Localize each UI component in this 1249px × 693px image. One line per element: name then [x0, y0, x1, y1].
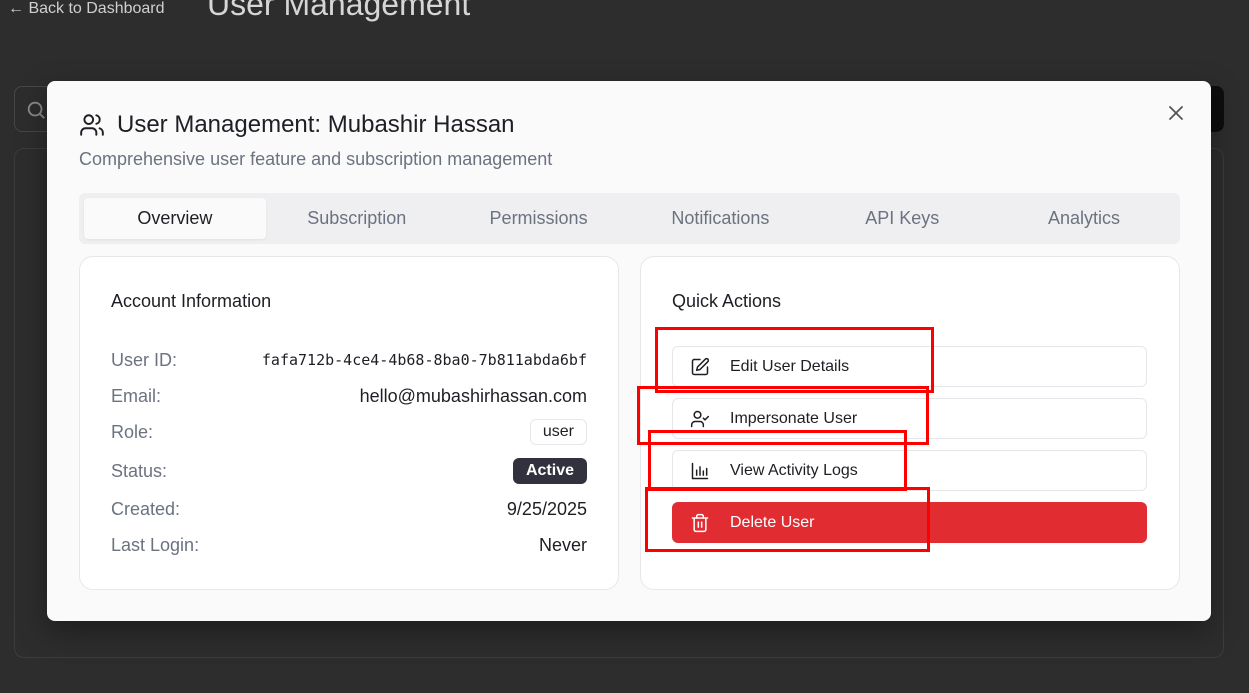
created-row: Created: 9/25/2025: [111, 495, 587, 523]
delete-user-button[interactable]: Delete User: [672, 502, 1147, 543]
account-information-card: Account Information User ID: fafa712b-4c…: [79, 256, 619, 590]
email-value: hello@mubashirhassan.com: [359, 385, 587, 406]
dialog-title: User Management: Mubashir Hassan: [117, 111, 515, 138]
user-check-icon: [690, 410, 710, 427]
user-id-label: User ID:: [111, 349, 178, 370]
edit-icon: [691, 357, 710, 375]
tab-list: Overview Subscription Permissions Notifi…: [79, 193, 1180, 244]
impersonate-user-button[interactable]: Impersonate User: [672, 398, 1147, 439]
back-to-dashboard-link[interactable]: ← Back to Dashboard: [8, 0, 165, 18]
quick-actions-card: Quick Actions Edit User Details Imperson…: [640, 256, 1180, 590]
tab-analytics[interactable]: Analytics: [993, 198, 1175, 239]
page-title: User Management: [207, 0, 471, 22]
tab-notifications[interactable]: Notifications: [629, 198, 811, 239]
status-label: Status:: [111, 460, 168, 481]
role-badge: user: [529, 419, 587, 445]
users-icon: [80, 114, 104, 136]
impersonate-user-label: Impersonate User: [730, 409, 858, 427]
user-id-value: fafa712b-4ce4-4b68-8ba0-7b811abda6bf: [261, 351, 587, 369]
email-label: Email:: [111, 385, 162, 406]
view-activity-logs-button[interactable]: View Activity Logs: [672, 450, 1147, 491]
last-login-row: Last Login: Never: [111, 531, 587, 559]
email-row: Email: hello@mubashirhassan.com: [111, 382, 587, 410]
bar-chart-icon: [691, 462, 709, 479]
edit-user-details-button[interactable]: Edit User Details: [672, 346, 1147, 387]
created-label: Created:: [111, 498, 181, 519]
last-login-value: Never: [538, 534, 587, 555]
status-badge: Active: [512, 458, 587, 484]
quick-actions-heading: Quick Actions: [672, 291, 782, 311]
tab-overview[interactable]: Overview: [84, 198, 266, 239]
dialog-subtitle: Comprehensive user feature and subscript…: [79, 149, 553, 169]
edit-user-details-label: Edit User Details: [730, 357, 850, 375]
role-row: Role: user: [111, 418, 587, 446]
tab-api-keys[interactable]: API Keys: [811, 198, 993, 239]
close-button[interactable]: [1165, 102, 1187, 124]
account-information-heading: Account Information: [111, 291, 272, 311]
role-label: Role:: [111, 421, 154, 442]
user-id-row: User ID: fafa712b-4ce4-4b68-8ba0-7b811ab…: [111, 346, 587, 374]
trash-icon: [691, 513, 709, 532]
user-management-dialog: User Management: Mubashir Hassan Compreh…: [47, 81, 1211, 621]
delete-user-label: Delete User: [730, 513, 815, 531]
tab-subscription[interactable]: Subscription: [266, 198, 448, 239]
last-login-label: Last Login:: [111, 534, 200, 555]
status-row: Status: Active: [111, 457, 587, 485]
dialog-header: User Management: Mubashir Hassan: [79, 111, 515, 139]
search-icon: [27, 101, 45, 119]
close-icon: [1169, 106, 1183, 120]
tab-permissions[interactable]: Permissions: [448, 198, 630, 239]
created-value: 9/25/2025: [506, 498, 587, 519]
view-activity-logs-label: View Activity Logs: [730, 461, 858, 479]
